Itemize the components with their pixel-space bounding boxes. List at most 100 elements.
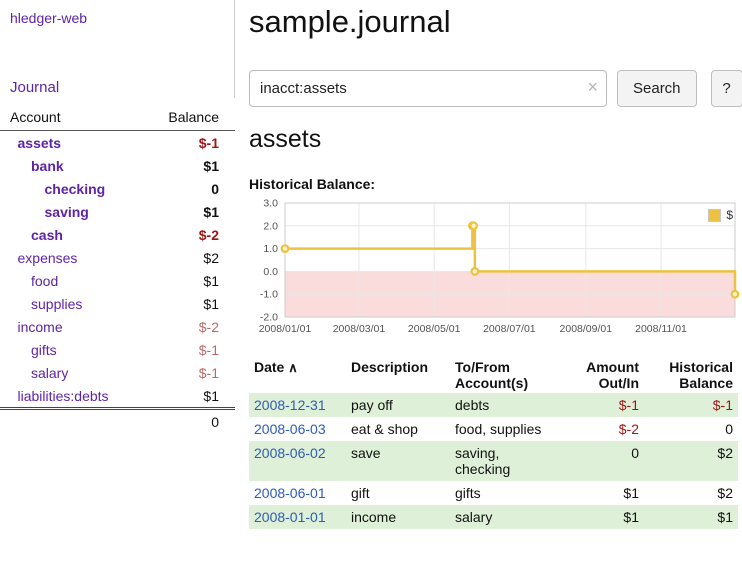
account-row: supplies $1 — [0, 292, 235, 315]
account-balance: $-1 — [146, 338, 235, 361]
legend-label: $ — [726, 208, 733, 222]
account-link[interactable]: income — [18, 319, 63, 335]
account-title: assets — [249, 125, 742, 154]
register-col-description: Description — [346, 357, 450, 393]
svg-text:-2.0: -2.0 — [260, 312, 278, 324]
journal-title: sample.journal — [249, 4, 742, 40]
register-description: save — [346, 441, 450, 481]
sidebar: hledger-web Journal Account Balance asse… — [0, 0, 235, 529]
account-row: gifts $-1 — [0, 338, 235, 361]
account-row: salary $-1 — [0, 361, 235, 384]
register-date-link[interactable]: 2008-12-31 — [254, 397, 326, 413]
accounts-col-account: Account — [0, 106, 146, 131]
svg-text:2008/01/01: 2008/01/01 — [259, 323, 312, 335]
register-amount: $1 — [558, 505, 644, 529]
balance-chart-svg: 3.02.01.00.0-1.0-2.02008/01/012008/03/01… — [249, 196, 741, 338]
account-row: cash $-2 — [0, 223, 235, 246]
accounts-col-balance: Balance — [146, 106, 235, 131]
register-description: pay off — [346, 393, 450, 417]
svg-text:2008/09/01: 2008/09/01 — [560, 323, 613, 335]
account-balance: $1 — [146, 292, 235, 315]
account-row: expenses $2 — [0, 246, 235, 269]
accounts-total-row: 0 — [0, 409, 235, 434]
account-row: food $1 — [0, 269, 235, 292]
register-balance: $2 — [644, 481, 738, 505]
balance-chart: 3.02.01.00.0-1.0-2.02008/01/012008/03/01… — [249, 196, 741, 343]
register-row: 2008-06-03 eat & shop food, supplies $-2… — [249, 417, 738, 441]
account-row: liabilities:debts $1 — [0, 384, 235, 409]
clear-search-icon[interactable]: × — [587, 77, 598, 98]
app-title-link[interactable]: hledger-web — [10, 10, 234, 26]
account-link[interactable]: salary — [31, 365, 68, 381]
accounts-table: Account Balance assets $-1 bank $1 check… — [0, 106, 235, 434]
register-date-link[interactable]: 2008-06-02 — [254, 445, 326, 461]
search-button[interactable]: Search — [617, 70, 697, 107]
main-content: sample.journal × Search ? assets Histori… — [235, 0, 742, 529]
register-col-amount: Amount Out/In — [558, 357, 644, 393]
register-date-link[interactable]: 2008-06-01 — [254, 485, 326, 501]
account-link[interactable]: saving — [45, 204, 89, 220]
legend-swatch-icon — [708, 209, 721, 222]
sort-asc-icon: ∧ — [288, 360, 298, 375]
sidebar-header: hledger-web Journal — [0, 0, 235, 98]
accounts-total-spacer — [0, 409, 146, 434]
register-accounts: salary — [450, 505, 558, 529]
register-date-link[interactable]: 2008-01-01 — [254, 509, 326, 525]
register-col-accounts: To/From Account(s) — [450, 357, 558, 393]
search-input[interactable] — [249, 70, 607, 107]
search-form: × Search ? — [249, 70, 742, 107]
account-link[interactable]: cash — [31, 227, 63, 243]
accounts-total-balance: 0 — [146, 409, 235, 434]
register-col-balance: Historical Balance — [644, 357, 738, 393]
account-balance: $-2 — [146, 223, 235, 246]
register-balance: $-1 — [644, 393, 738, 417]
register-description: income — [346, 505, 450, 529]
register-accounts: food, supplies — [450, 417, 558, 441]
help-button[interactable]: ? — [711, 70, 742, 107]
account-balance: $1 — [146, 154, 235, 177]
account-link[interactable]: bank — [31, 158, 64, 174]
register-accounts: debts — [450, 393, 558, 417]
svg-text:2008/07/01: 2008/07/01 — [483, 323, 536, 335]
svg-text:2008/05/01: 2008/05/01 — [408, 323, 461, 335]
search-box: × — [249, 70, 607, 107]
register-balance: $2 — [644, 441, 738, 481]
register-row: 2008-06-01 gift gifts $1 $2 — [249, 481, 738, 505]
svg-text:-1.0: -1.0 — [260, 289, 278, 301]
account-balance: $1 — [146, 384, 235, 409]
account-row: bank $1 — [0, 154, 235, 177]
account-link[interactable]: liabilities:debts — [18, 388, 109, 404]
account-link[interactable]: supplies — [31, 296, 82, 312]
svg-text:2.0: 2.0 — [263, 220, 278, 232]
hledger-web-app: hledger-web Journal Account Balance asse… — [0, 0, 742, 529]
account-link[interactable]: assets — [18, 135, 62, 151]
register-accounts: gifts — [450, 481, 558, 505]
account-balance: $-1 — [146, 361, 235, 384]
account-row: saving $1 — [0, 200, 235, 223]
register-header-row: Date ∧ Description To/From Account(s) Am… — [249, 357, 738, 393]
svg-text:2008/11/01: 2008/11/01 — [635, 323, 687, 335]
register-row: 2008-12-31 pay off debts $-1 $-1 — [249, 393, 738, 417]
account-row: income $-2 — [0, 315, 235, 338]
register-date-link[interactable]: 2008-06-03 — [254, 421, 326, 437]
register-col-date[interactable]: Date ∧ — [249, 357, 346, 393]
svg-text:2008/03/01: 2008/03/01 — [333, 323, 386, 335]
account-row: checking 0 — [0, 177, 235, 200]
register-description: eat & shop — [346, 417, 450, 441]
register-amount: $-2 — [558, 417, 644, 441]
register-description: gift — [346, 481, 450, 505]
register-accounts: saving, checking — [450, 441, 558, 481]
account-link[interactable]: checking — [45, 181, 106, 197]
register-col-date-label: Date — [254, 359, 284, 375]
register-table: Date ∧ Description To/From Account(s) Am… — [249, 357, 738, 529]
accounts-header-row: Account Balance — [0, 106, 235, 131]
journal-nav-link[interactable]: Journal — [10, 79, 234, 96]
account-link[interactable]: expenses — [18, 250, 78, 266]
chart-legend: $ — [708, 208, 733, 222]
chart-title: Historical Balance: — [249, 176, 742, 192]
account-link[interactable]: food — [31, 273, 58, 289]
account-balance: $-2 — [146, 315, 235, 338]
register-body: 2008-12-31 pay off debts $-1 $-1 2008-06… — [249, 393, 738, 529]
account-balance: 0 — [146, 177, 235, 200]
account-link[interactable]: gifts — [31, 342, 57, 358]
